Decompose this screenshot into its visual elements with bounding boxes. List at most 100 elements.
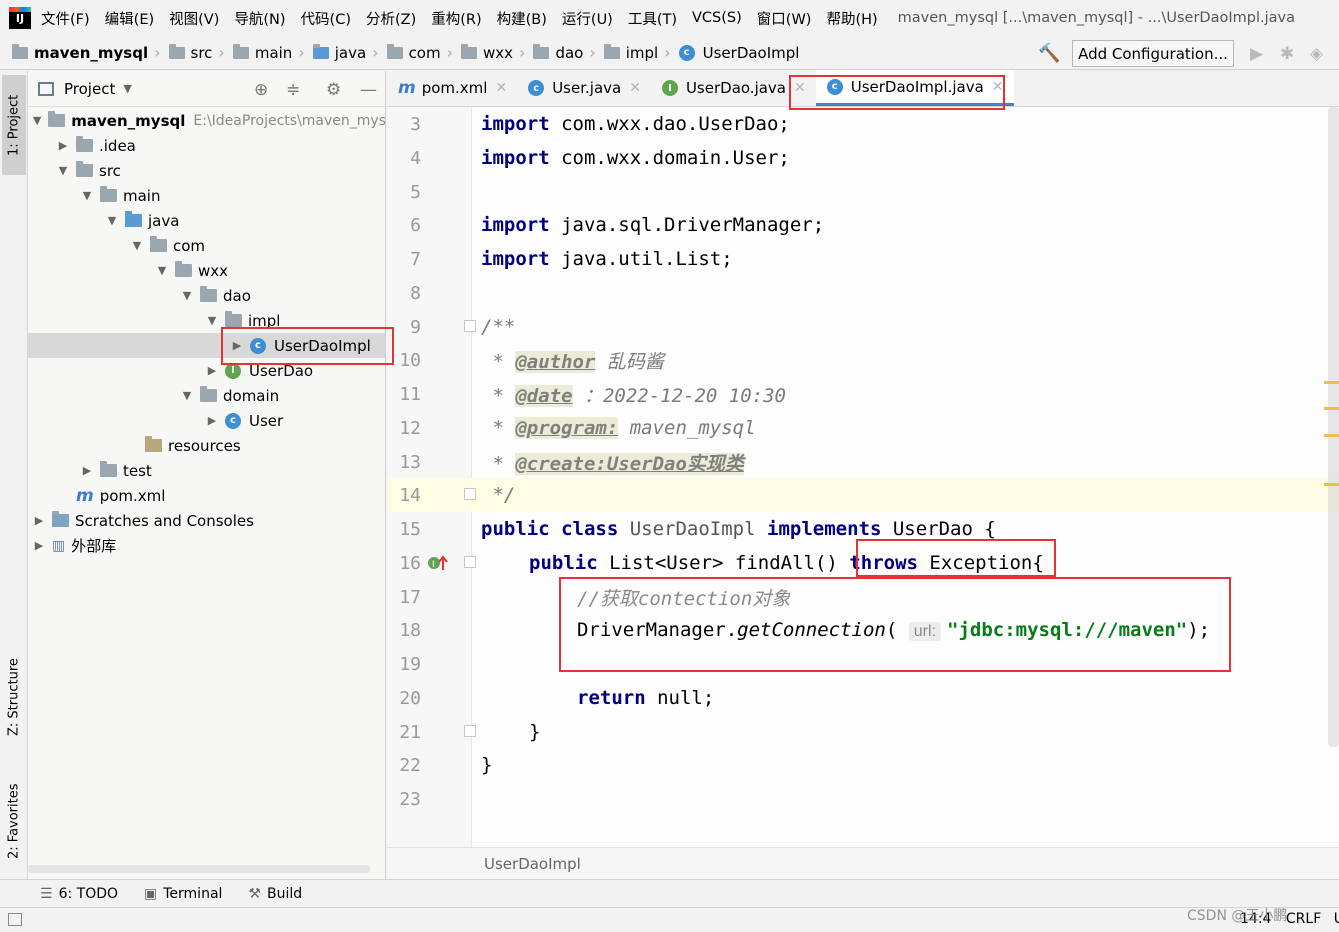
line-separator[interactable]: CRLF [1286,911,1321,927]
fold-toggle-icon[interactable] [464,320,476,332]
code-line[interactable]: 10 * @author 乱码酱 [387,343,1339,377]
breadcrumb-src[interactable]: src › [168,43,233,62]
menu-code[interactable]: 代码(C) [301,8,351,29]
horizontal-scrollbar[interactable] [28,865,370,873]
chevron-down-icon[interactable]: ▼ [180,289,194,302]
code-line[interactable]: 6 import java.sql.DriverManager; [387,208,1339,242]
chevron-down-icon[interactable]: ▼ [123,82,131,95]
tree-item-idea[interactable]: ▶ .idea [28,133,385,158]
close-icon[interactable]: ✕ [629,80,641,96]
run-icon[interactable]: ▶ [1250,44,1263,64]
tree-item-dao[interactable]: ▼ dao [28,283,385,308]
code-line[interactable]: 8 [387,276,1339,310]
chevron-down-icon[interactable]: ▼ [205,314,219,327]
implements-method-icon[interactable]: I [427,554,449,576]
tree-item-domain[interactable]: ▼ domain [28,383,385,408]
code-line[interactable]: 13 * @create:UserDao实现类 [387,445,1339,479]
menu-help[interactable]: 帮助(H) [826,8,877,29]
favorites-tool-tab[interactable]: 2: Favorites [2,771,26,871]
menu-refactor[interactable]: 重构(R) [431,8,481,29]
build-hammer-icon[interactable]: 🔨 [1038,43,1060,64]
chevron-down-icon[interactable]: ▼ [180,389,194,402]
collapse-all-icon[interactable]: ≑ [286,80,300,100]
todo-tool-button[interactable]: ☰ 6: TODO [40,886,118,902]
tree-item-userdaoimpl[interactable]: ▶ c UserDaoImpl [28,333,385,358]
chevron-right-icon[interactable]: ▶ [205,414,219,427]
chevron-right-icon[interactable]: ▶ [32,514,46,527]
warning-marker[interactable] [1324,434,1339,437]
toggle-tool-windows-icon[interactable] [8,913,22,926]
menu-build[interactable]: 构建(B) [497,8,547,29]
menu-file[interactable]: 文件(F) [41,8,90,29]
menu-window[interactable]: 窗口(W) [757,8,812,29]
chevron-down-icon[interactable]: ▼ [105,214,119,227]
chevron-right-icon[interactable]: ▶ [205,364,219,377]
code-line[interactable]: 16 public List<User> findAll() throws Ex… [387,546,1339,580]
menu-navigate[interactable]: 导航(N) [234,8,285,29]
tree-item-wxx[interactable]: ▼ wxx [28,258,385,283]
locate-icon[interactable]: ⊕ [254,80,268,100]
code-line[interactable]: 3 import com.wxx.dao.UserDao; [387,107,1339,141]
code-line[interactable]: 19 [387,647,1339,681]
stop-icon[interactable]: ◈ [1310,44,1323,64]
menu-run[interactable]: 运行(U) [562,8,613,29]
menu-view[interactable]: 视图(V) [169,8,219,29]
code-line[interactable]: 12 * @program: maven_mysql [387,411,1339,445]
code-line[interactable]: 11 * @date ：2022-12-20 10:30 [387,377,1339,411]
close-icon[interactable]: ✕ [794,80,806,96]
close-icon[interactable]: ✕ [495,80,507,96]
chevron-down-icon[interactable]: ▼ [155,264,169,277]
tree-item-test[interactable]: ▶ test [28,458,385,483]
code-editor[interactable]: 3 import com.wxx.dao.UserDao; 4 import c… [387,107,1339,847]
tree-item-impl[interactable]: ▼ impl [28,308,385,333]
build-tool-button[interactable]: ⚒ Build [248,886,302,902]
chevron-right-icon[interactable]: ▶ [56,139,70,152]
tree-item-maven-mysql[interactable]: ▼ maven_mysql E:\IdeaProjects\maven_mys [28,108,385,133]
breadcrumb-dao[interactable]: dao › [533,43,603,62]
breadcrumb-main[interactable]: main › [232,43,313,62]
code-line[interactable]: 5 [387,175,1339,209]
chevron-right-icon[interactable]: ▶ [230,339,244,352]
menu-analyze[interactable]: 分析(Z) [366,8,416,29]
tree-item-main[interactable]: ▼ main [28,183,385,208]
debug-icon[interactable]: ✱ [1280,44,1294,64]
project-tool-tab[interactable]: 1: Project [2,75,26,175]
fold-toggle-icon[interactable] [464,725,476,737]
code-line[interactable]: 15 public class UserDaoImpl implements U… [387,512,1339,546]
menu-vcs[interactable]: VCS(S) [692,10,742,26]
chevron-down-icon[interactable]: ▼ [32,114,42,127]
tab-user-java[interactable]: c User.java ✕ [517,70,651,106]
tree-item-resources[interactable]: resources [28,433,385,458]
breadcrumb-impl[interactable]: impl › [603,43,679,62]
vertical-scrollbar[interactable] [1328,107,1339,747]
hide-panel-icon[interactable]: — [360,80,377,100]
menu-edit[interactable]: 编辑(E) [105,8,154,29]
close-icon[interactable]: ✕ [992,79,1004,95]
tree-item-external-libraries[interactable]: ▶ ▥ 外部库 [28,533,385,558]
tree-item-scratches[interactable]: ▶ Scratches and Consoles [28,508,385,533]
breadcrumb-java[interactable]: java › [312,43,387,62]
breadcrumb-com[interactable]: com › [386,43,461,62]
warning-marker[interactable] [1324,381,1339,384]
tree-item-src[interactable]: ▼ src [28,158,385,183]
terminal-tool-button[interactable]: ▣ Terminal [144,886,222,902]
fold-toggle-icon[interactable] [464,488,476,500]
code-line[interactable]: 20 return null; [387,681,1339,715]
code-line[interactable]: 23 [387,782,1339,816]
fold-toggle-icon[interactable] [464,556,476,568]
breadcrumb-project[interactable]: maven_mysql › [12,43,169,62]
chevron-right-icon[interactable]: ▶ [80,464,94,477]
code-line[interactable]: 22 } [387,748,1339,782]
tab-userdao-java[interactable]: I UserDao.java ✕ [651,70,816,106]
project-view-selector[interactable]: Project [64,80,115,98]
tree-item-userdao[interactable]: ▶ I UserDao [28,358,385,383]
tab-userdaoimpl-java[interactable]: c UserDaoImpl.java ✕ [815,70,1014,106]
code-line[interactable]: 9 /** [387,310,1339,344]
gear-icon[interactable]: ⚙ [326,80,341,100]
warning-marker[interactable] [1324,483,1339,486]
tab-pom-xml[interactable]: m pom.xml ✕ [387,70,517,106]
chevron-right-icon[interactable]: ▶ [32,539,46,552]
add-configuration-button[interactable]: Add Configuration... [1072,40,1234,67]
breadcrumb-userdaoimpl[interactable]: c UserDaoImpl [678,44,799,62]
tree-item-user[interactable]: ▶ c User [28,408,385,433]
